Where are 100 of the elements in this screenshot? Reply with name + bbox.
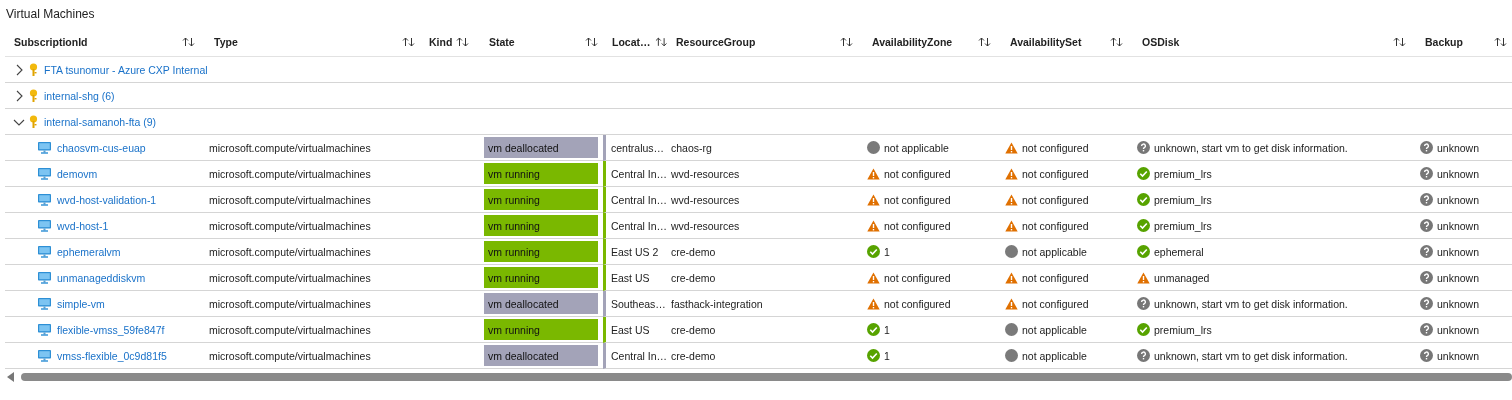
vm-link[interactable]: flexible-vmss_59fe847f [57, 323, 165, 336]
column-header[interactable]: SubscriptionId [5, 28, 205, 57]
status-text: premium_lrs [1154, 193, 1212, 206]
sort-icon [1110, 37, 1123, 47]
status-text: unknown, start vm to get disk information. [1154, 141, 1348, 154]
status-badge: vm running [484, 189, 598, 210]
sort-icon [840, 37, 853, 47]
sort-icon [1494, 37, 1507, 47]
circle-icon [1005, 245, 1018, 258]
question-icon [1137, 349, 1150, 362]
table-cell: wvd-resources [667, 213, 863, 239]
column-header[interactable]: State [480, 28, 608, 57]
warning-icon [867, 219, 880, 232]
vm-link[interactable]: ephemeralvm [57, 245, 121, 258]
sort-icon [585, 37, 598, 47]
table-cell: centralus… [603, 135, 667, 161]
status-text: not applicable [884, 141, 949, 154]
column-header[interactable]: Type [205, 28, 425, 57]
status-text: not configured [1022, 271, 1089, 284]
table-cell: cre-demo [667, 265, 863, 291]
question-icon [1420, 167, 1433, 180]
key-icon [29, 88, 38, 103]
status-text: not configured [1022, 141, 1089, 154]
column-header[interactable]: AvailabilityZone [863, 28, 1001, 57]
warning-icon [867, 167, 880, 180]
status-text: ephemeral [1154, 245, 1204, 258]
question-icon [1420, 349, 1433, 362]
check-icon [867, 245, 880, 258]
status-text: unknown [1437, 349, 1480, 362]
status-badge: vm deallocated [484, 293, 598, 314]
warning-icon [867, 193, 880, 206]
question-icon [1420, 271, 1433, 284]
scrollbar-thumb[interactable] [21, 373, 1512, 381]
status-text: unknown, start vm to get disk information. [1154, 297, 1348, 310]
monitor-icon [38, 297, 51, 310]
vm-link[interactable]: wvd-host-validation-1 [57, 193, 157, 206]
monitor-icon [38, 271, 51, 284]
table-cell: Southeas… [603, 291, 667, 317]
status-badge: vm deallocated [484, 345, 598, 366]
monitor-icon [38, 167, 51, 180]
status-text: not configured [884, 219, 951, 232]
sort-icon [978, 37, 991, 47]
vm-link[interactable]: vmss-flexible_0c9d81f5 [57, 349, 167, 362]
sort-icon [456, 37, 470, 47]
column-header[interactable]: AvailabilitySet [1001, 28, 1133, 57]
table-cell: Central In… [603, 187, 667, 213]
page-title: Virtual Machines [5, 6, 96, 23]
status-badge: vm running [484, 319, 598, 340]
vm-link[interactable]: demovm [57, 167, 98, 180]
table-cell: microsoft.compute/virtualmachines [205, 213, 425, 239]
status-text: not applicable [1022, 323, 1087, 336]
status-text: not configured [1022, 167, 1089, 180]
status-text: not configured [1022, 193, 1089, 206]
table-cell: wvd-resources [667, 187, 863, 213]
sort-icon [1393, 37, 1406, 47]
column-header[interactable]: ResourceGroup [667, 28, 863, 57]
warning-icon [1005, 193, 1018, 206]
check-icon [1137, 245, 1150, 258]
vm-link[interactable]: wvd-host-1 [57, 219, 109, 232]
table-cell: Central In… [603, 161, 667, 187]
check-icon [1137, 219, 1150, 232]
status-text: unknown [1437, 193, 1480, 206]
warning-icon [867, 271, 880, 284]
column-header[interactable]: Locat… [608, 28, 667, 57]
table-cell: cre-demo [667, 343, 863, 369]
vm-link[interactable]: unmanageddiskvm [57, 271, 146, 284]
question-icon [1420, 245, 1433, 258]
table-cell: Central In… [603, 213, 667, 239]
column-header[interactable]: OSDisk [1133, 28, 1416, 57]
status-text: unknown [1437, 219, 1480, 232]
status-badge: vm running [484, 163, 598, 184]
vm-link[interactable]: simple-vm [57, 297, 105, 310]
check-icon [867, 323, 880, 336]
status-text: not applicable [1022, 245, 1087, 258]
table-cell: microsoft.compute/virtualmachines [205, 265, 425, 291]
status-text: unknown [1437, 141, 1480, 154]
column-header[interactable]: Kind [425, 28, 480, 57]
status-text: not applicable [1022, 349, 1087, 362]
status-text: not configured [1022, 219, 1089, 232]
monitor-icon [38, 193, 51, 206]
table-cell: East US 2 [603, 239, 667, 265]
sort-icon [402, 37, 415, 47]
vm-link[interactable]: chaosvm-cus-euap [57, 141, 146, 154]
status-badge: vm running [484, 267, 598, 288]
monitor-icon [38, 349, 51, 362]
status-text: unknown, start vm to get disk information. [1154, 349, 1348, 362]
question-icon [1420, 323, 1433, 336]
subscription-link[interactable]: internal-shg (6) [44, 89, 115, 102]
subscription-link[interactable]: internal-samanoh-fta (9) [44, 115, 157, 128]
status-text: 1 [884, 349, 890, 362]
monitor-icon [38, 245, 51, 258]
circle-icon [1005, 349, 1018, 362]
subscription-link[interactable]: FTA tsunomur - Azure CXP Internal [44, 63, 208, 76]
column-header[interactable]: Backup [1416, 28, 1512, 57]
warning-icon [1005, 167, 1018, 180]
question-icon [1420, 141, 1433, 154]
monitor-icon [38, 323, 51, 336]
table-cell: East US [603, 317, 667, 343]
scroll-left-icon[interactable] [7, 372, 15, 382]
question-icon [1420, 193, 1433, 206]
